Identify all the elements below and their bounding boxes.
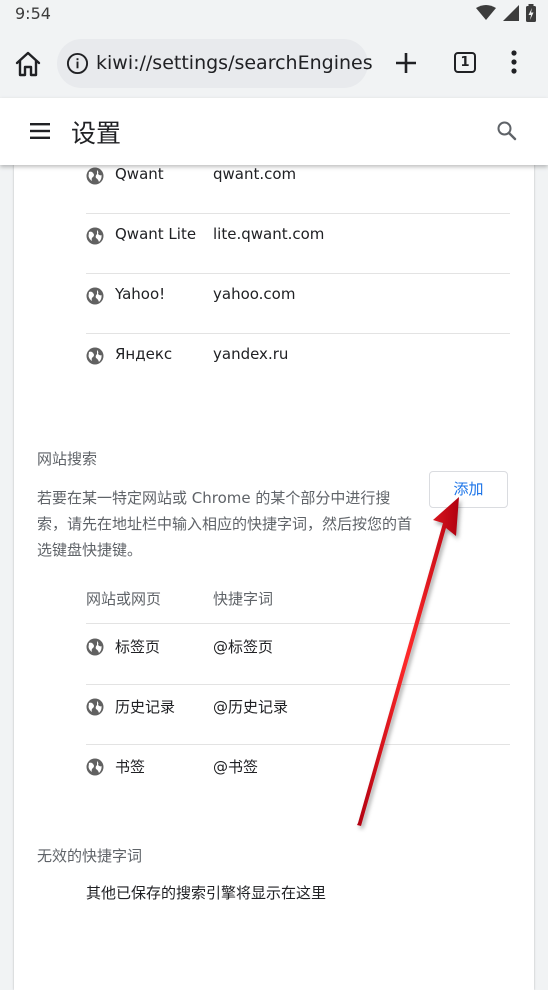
- tab-switcher-button[interactable]: 1: [454, 52, 476, 73]
- globe-icon: [86, 227, 104, 245]
- inactive-shortcuts-title: 无效的快捷字词: [37, 847, 143, 865]
- status-time: 9:54: [15, 4, 51, 23]
- info-icon[interactable]: [66, 52, 89, 75]
- wifi-icon: [476, 5, 496, 20]
- page-title: 设置: [71, 119, 122, 148]
- engine-name: Qwant: [115, 165, 164, 183]
- browser-toolbar: kiwi://settings/searchEngines 1: [0, 30, 548, 98]
- column-header-shortcut: 快捷字词: [213, 590, 274, 608]
- signal-icon: [503, 5, 519, 21]
- site-search-row[interactable]: 书签 @书签: [86, 744, 510, 804]
- column-header-site: 网站或网页: [86, 590, 162, 608]
- globe-icon: [86, 167, 104, 185]
- site-search-name: 标签页: [115, 638, 161, 656]
- engine-keyword: yahoo.com: [213, 285, 296, 303]
- site-search-title: 网站搜索: [37, 450, 98, 468]
- status-bar: 9:54: [0, 0, 548, 30]
- home-icon[interactable]: [12, 48, 44, 80]
- globe-icon: [86, 638, 104, 656]
- search-engine-row[interactable]: Yahoo! yahoo.com: [86, 273, 510, 334]
- globe-icon: [86, 347, 104, 365]
- search-icon[interactable]: [496, 120, 518, 142]
- globe-icon: [86, 698, 104, 716]
- new-tab-icon[interactable]: [393, 50, 419, 76]
- inactive-empty-text: 其他已保存的搜索引擎将显示在这里: [86, 884, 327, 902]
- globe-icon: [86, 758, 104, 776]
- site-search-row[interactable]: 标签页 @标签页: [86, 624, 510, 685]
- settings-header: 设置: [0, 98, 548, 165]
- site-search-description: 若要在某一特定网站或 Chrome 的某个部分中进行搜索，请先在地址栏中输入相应…: [37, 489, 413, 559]
- globe-icon: [86, 287, 104, 305]
- engine-keyword: yandex.ru: [213, 345, 289, 363]
- site-search-keyword: @标签页: [213, 638, 274, 656]
- search-engine-row[interactable]: Яндекс yandex.ru: [86, 333, 510, 393]
- site-search-keyword: @书签: [213, 758, 259, 776]
- engine-name: Yahoo!: [115, 285, 166, 303]
- status-icons: [476, 4, 536, 22]
- engine-keyword: qwant.com: [213, 165, 297, 183]
- engine-name: Яндекс: [115, 345, 173, 363]
- menu-icon[interactable]: [30, 122, 50, 140]
- more-vert-icon[interactable]: [507, 48, 521, 76]
- site-search-name: 书签: [115, 758, 146, 776]
- site-search-keyword: @历史记录: [213, 698, 289, 716]
- search-engines-card: Qwant qwant.com Qwant Lite lite.qwant.co…: [14, 160, 534, 990]
- url-text[interactable]: kiwi://settings/searchEngines: [96, 52, 373, 74]
- engine-keyword: lite.qwant.com: [213, 225, 325, 243]
- add-site-search-button[interactable]: 添加: [429, 471, 508, 508]
- search-engine-row[interactable]: Qwant Lite lite.qwant.com: [86, 213, 510, 274]
- address-bar[interactable]: kiwi://settings/searchEngines: [57, 39, 373, 88]
- site-search-row[interactable]: 历史记录 @历史记录: [86, 684, 510, 745]
- engine-name: Qwant Lite: [115, 225, 197, 243]
- site-search-name: 历史记录: [115, 698, 176, 716]
- battery-icon: [526, 4, 536, 22]
